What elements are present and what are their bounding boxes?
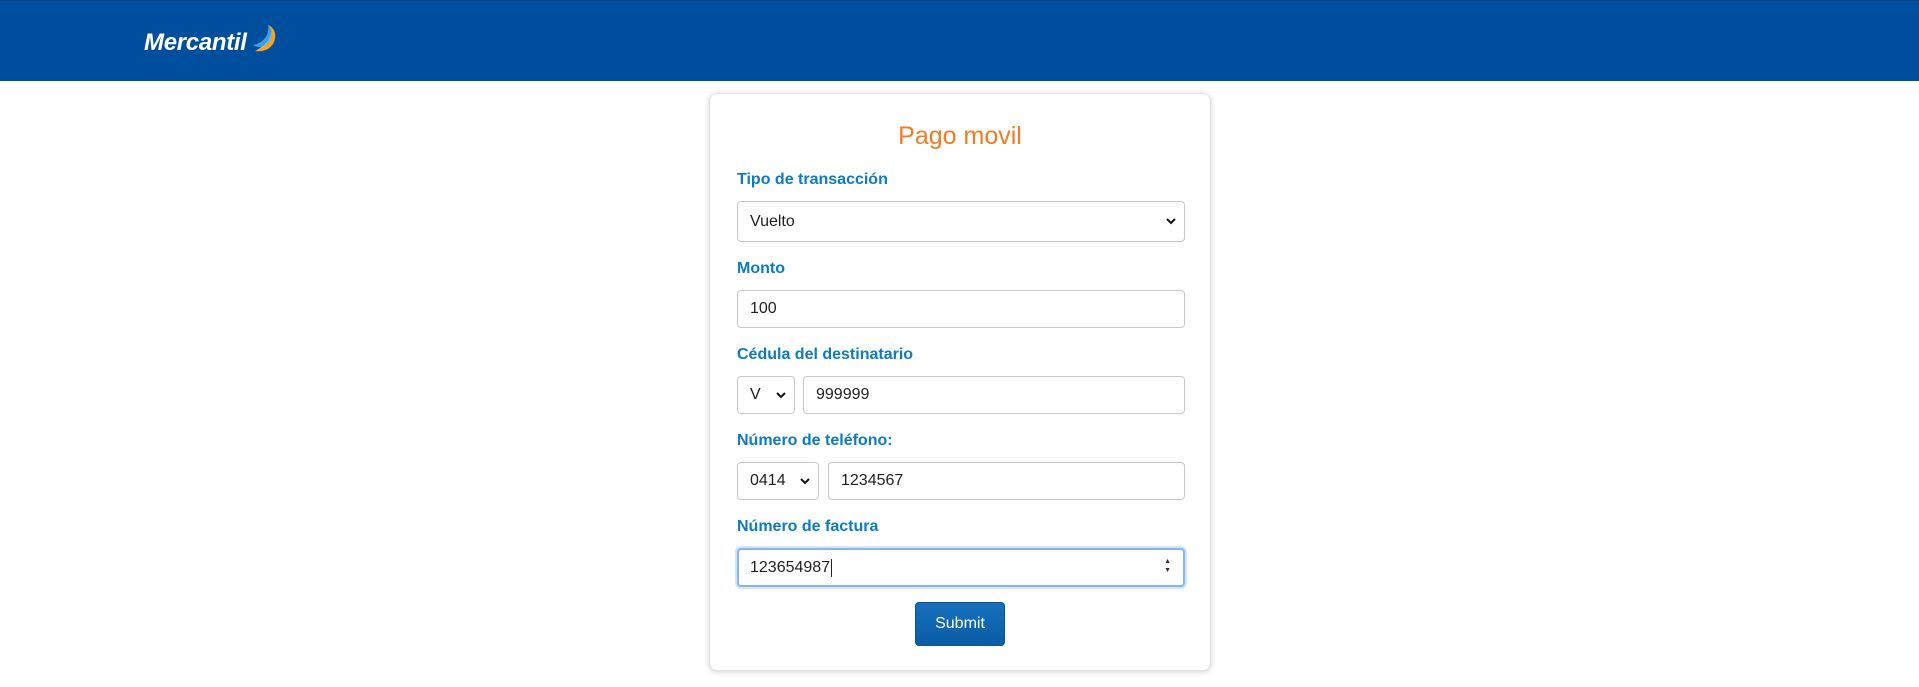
phone-number-value: 1234567 bbox=[841, 472, 904, 489]
logo-text: Mercantil bbox=[144, 28, 247, 56]
amount-input[interactable]: 100 bbox=[737, 290, 1185, 328]
phone-label: Número de teléfono: bbox=[737, 432, 893, 449]
mercantil-logo[interactable]: Mercantil bbox=[144, 25, 279, 60]
amount-label: Monto bbox=[737, 260, 785, 277]
invoice-number-input[interactable]: 123654987 ▲ ▼ bbox=[737, 548, 1185, 587]
payment-form-card: Pago movil Tipo de transacción Vuelto Mo… bbox=[709, 93, 1211, 671]
chevron-down-icon bbox=[800, 476, 810, 486]
phone-prefix-select[interactable]: 0414 bbox=[737, 462, 819, 500]
invoice-label: Número de factura bbox=[737, 518, 879, 535]
id-type-value: V bbox=[750, 386, 761, 403]
phone-number-input[interactable]: 1234567 bbox=[828, 462, 1185, 500]
id-type-select[interactable]: V bbox=[737, 376, 795, 414]
spin-down-icon[interactable]: ▼ bbox=[1164, 566, 1171, 575]
transaction-type-label: Tipo de transacción bbox=[737, 171, 888, 188]
form-title: Pago movil bbox=[898, 122, 1022, 150]
text-caret bbox=[831, 558, 833, 577]
id-number-label: Cédula del destinatario bbox=[737, 346, 914, 363]
chevron-down-icon bbox=[776, 390, 786, 400]
chevron-down-icon bbox=[1166, 217, 1176, 227]
amount-value: 100 bbox=[750, 300, 777, 317]
phone-prefix-value: 0414 bbox=[750, 472, 786, 489]
transaction-type-value: Vuelto bbox=[750, 212, 795, 230]
invoice-number-value: 123654987 bbox=[750, 558, 831, 576]
id-number-input[interactable]: 999999 bbox=[803, 376, 1185, 414]
top-bar: Mercantil bbox=[0, 0, 1919, 81]
transaction-type-select[interactable]: Vuelto bbox=[737, 201, 1185, 242]
spin-up-icon[interactable]: ▲ bbox=[1164, 557, 1171, 566]
id-number-value: 999999 bbox=[816, 386, 870, 403]
swoosh-icon bbox=[249, 23, 279, 60]
number-spinner[interactable]: ▲ ▼ bbox=[1164, 557, 1171, 575]
submit-button[interactable]: Submit bbox=[915, 602, 1005, 646]
